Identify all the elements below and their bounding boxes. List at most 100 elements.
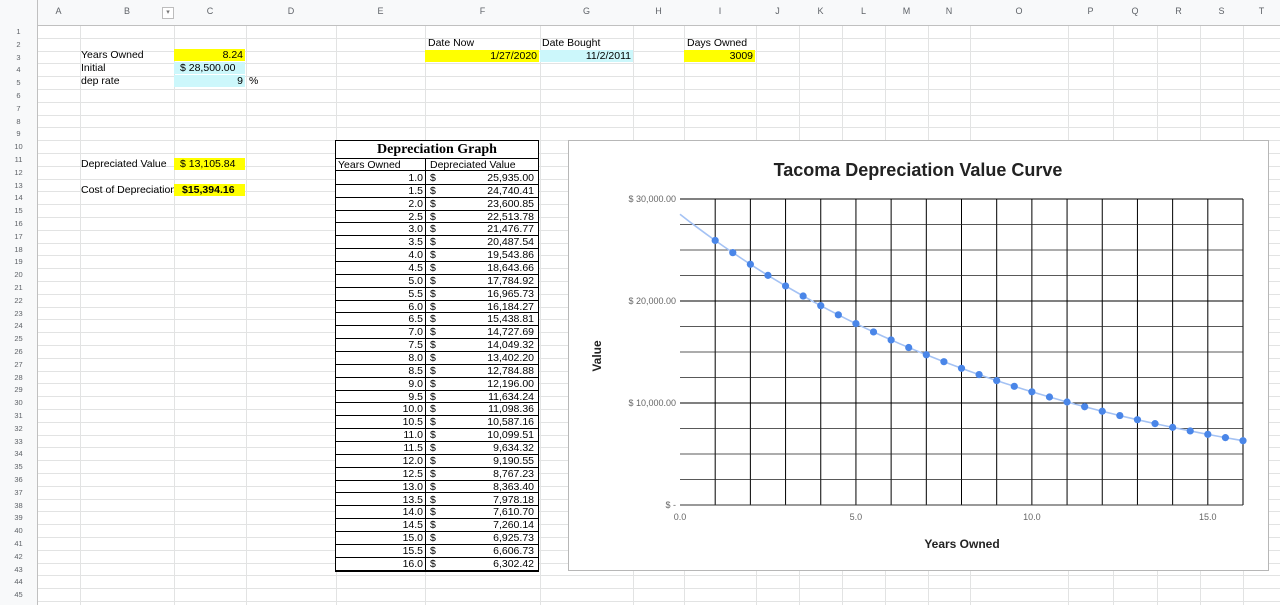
data-point[interactable]	[1186, 427, 1194, 435]
table-row[interactable]: 3.0 $21,476.77	[336, 223, 538, 237]
column-header-o[interactable]: O	[970, 6, 1068, 20]
column-header-n[interactable]: N	[928, 6, 970, 20]
column-header-h[interactable]: H	[633, 6, 684, 20]
table-cell-value[interactable]: 16,184.27	[436, 301, 534, 314]
row-header-23[interactable]: 23	[0, 309, 37, 322]
column-header-e[interactable]: E	[336, 6, 425, 20]
table-row[interactable]: 6.0 $16,184.27	[336, 301, 538, 314]
data-point[interactable]	[852, 319, 860, 328]
table-cell-value[interactable]: 11,098.36	[436, 403, 534, 416]
column-header-k[interactable]: K	[799, 6, 842, 20]
table-cell-value[interactable]: 7,610.70	[436, 506, 534, 519]
column-header-a[interactable]: A	[37, 6, 80, 20]
row-header-44[interactable]: 44	[0, 577, 37, 590]
table-row[interactable]: 5.0 $17,784.92	[336, 275, 538, 288]
column-header-j[interactable]: J	[756, 6, 799, 20]
row-header-41[interactable]: 41	[0, 539, 37, 552]
row-header-24[interactable]: 24	[0, 321, 37, 334]
days-owned-label[interactable]: Days Owned	[687, 37, 747, 49]
table-cell-value[interactable]: 16,965.73	[436, 288, 534, 301]
depreciation-table[interactable]: Depreciation Graph Years Owned Depreciat…	[335, 140, 539, 572]
column-header-m[interactable]: M	[885, 6, 928, 20]
table-cell-years[interactable]: 1.5	[336, 185, 423, 198]
table-cell-years[interactable]: 7.5	[336, 339, 423, 352]
row-header-20[interactable]: 20	[0, 270, 37, 283]
row-header-12[interactable]: 12	[0, 168, 37, 181]
table-cell-years[interactable]: 8.0	[336, 352, 423, 365]
data-point[interactable]	[1239, 437, 1247, 445]
table-row[interactable]: 2.0 $23,600.85	[336, 198, 538, 211]
table-cell-years[interactable]: 15.5	[336, 545, 423, 558]
row-header-21[interactable]: 21	[0, 283, 37, 296]
column-header-g[interactable]: G	[540, 6, 633, 20]
column-header-q[interactable]: Q	[1113, 6, 1157, 20]
table-cell-years[interactable]: 13.0	[336, 481, 423, 494]
table-row[interactable]: 8.0 $13,402.20	[336, 352, 538, 365]
cost-of-depreciation-value[interactable]: $15,394.16	[174, 184, 245, 196]
chart[interactable]: Tacoma Depreciation Value Curve $ - $ 10,0…	[568, 140, 1269, 571]
data-point[interactable]	[781, 282, 790, 290]
row-header-31[interactable]: 31	[0, 411, 37, 424]
table-cell-value[interactable]: 22,513.78	[436, 211, 534, 224]
table-cell-value[interactable]: 15,438.81	[436, 313, 534, 326]
dep-rate-unit[interactable]: %	[249, 75, 258, 87]
table-row[interactable]: 11.5 $9,634.32	[336, 442, 538, 455]
row-header-33[interactable]: 33	[0, 437, 37, 450]
table-cell-value[interactable]: 20,487.54	[436, 236, 534, 249]
data-point[interactable]	[1063, 398, 1071, 406]
table-row[interactable]: 4.5 $18,643.66	[336, 262, 538, 275]
table-cell-years[interactable]: 11.0	[336, 429, 423, 442]
table-cell-value[interactable]: 23,600.85	[436, 198, 534, 211]
table-row[interactable]: 12.5 $8,767.23	[336, 468, 538, 481]
row-header-15[interactable]: 15	[0, 206, 37, 219]
data-point[interactable]	[993, 377, 1001, 385]
table-cell-years[interactable]: 3.0	[336, 223, 423, 236]
data-point[interactable]	[922, 351, 930, 359]
row-header-42[interactable]: 42	[0, 552, 37, 565]
table-cell-value[interactable]: 7,978.18	[436, 494, 534, 507]
table-header-value[interactable]: Depreciated Value	[426, 158, 538, 171]
table-cell-value[interactable]: 10,099.51	[436, 429, 534, 442]
table-cell-years[interactable]: 15.0	[336, 532, 423, 545]
row-header-14[interactable]: 14	[0, 193, 37, 206]
row-header-30[interactable]: 30	[0, 398, 37, 411]
table-cell-years[interactable]: 6.5	[336, 313, 423, 326]
table-cell-years[interactable]: 5.0	[336, 275, 423, 288]
table-cell-value[interactable]: 11,634.24	[436, 391, 534, 404]
data-point[interactable]	[1169, 423, 1177, 431]
table-cell-value[interactable]: 10,587.16	[436, 416, 534, 429]
table-cell-value[interactable]: 18,643.66	[436, 262, 534, 275]
dep-rate-value[interactable]: 9	[174, 75, 245, 87]
data-point[interactable]	[905, 343, 913, 352]
table-cell-years[interactable]: 10.0	[336, 403, 423, 416]
table-row[interactable]: 1.0 $25,935.00	[336, 172, 538, 185]
table-cell-years[interactable]: 5.5	[336, 288, 423, 301]
table-cell-value[interactable]: 14,727.69	[436, 326, 534, 339]
data-point[interactable]	[1221, 434, 1230, 442]
initial-label[interactable]: Initial	[81, 62, 106, 74]
table-row[interactable]: 12.0 $9,190.55	[336, 455, 538, 468]
table-row[interactable]: 11.0 $10,099.51	[336, 429, 538, 442]
row-header-6[interactable]: 6	[0, 91, 37, 104]
date-bought-label[interactable]: Date Bought	[542, 37, 600, 49]
table-row[interactable]: 15.0 $6,925.73	[336, 532, 538, 545]
table-row[interactable]: 8.5 $12,784.88	[336, 365, 538, 378]
table-cell-value[interactable]: 9,634.32	[436, 442, 534, 455]
table-cell-value[interactable]: 14,049.32	[436, 339, 534, 352]
data-point[interactable]	[1133, 416, 1142, 424]
table-cell-value[interactable]: 6,925.73	[436, 532, 534, 545]
row-header-5[interactable]: 5	[0, 78, 37, 91]
row-header-18[interactable]: 18	[0, 245, 37, 258]
row-header-43[interactable]: 43	[0, 565, 37, 578]
spreadsheet[interactable]: ABCDEFGHIJKLMNOPQRST 1 2 3 4 5 6 7 8 9 10 11 12 13 14…	[0, 0, 1280, 605]
row-header-25[interactable]: 25	[0, 334, 37, 347]
date-bought-value[interactable]: 11/2/2011	[540, 50, 633, 62]
table-row[interactable]: 9.0 $12,196.00	[336, 378, 538, 391]
data-point[interactable]	[711, 236, 719, 245]
row-header-1[interactable]: 1	[0, 27, 37, 40]
table-cell-years[interactable]: 8.5	[336, 365, 423, 378]
row-header-35[interactable]: 35	[0, 462, 37, 475]
data-point[interactable]	[1045, 393, 1054, 401]
row-header-2[interactable]: 2	[0, 40, 37, 53]
row-header-7[interactable]: 7	[0, 104, 37, 117]
